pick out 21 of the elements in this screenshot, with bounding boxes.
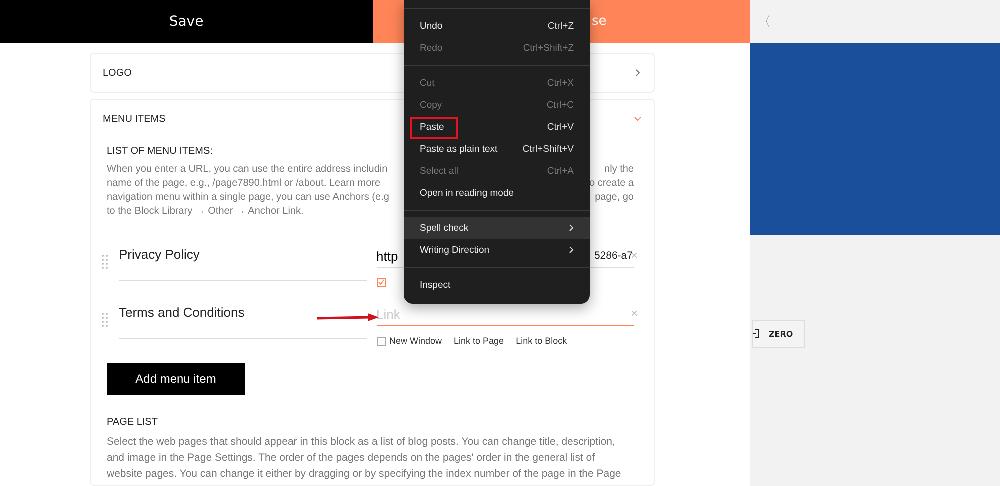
help-text: nly the xyxy=(604,163,634,177)
list-heading: LIST OF MENU ITEMS: xyxy=(107,146,213,157)
help-text: name of the page, e.g., /page7890.html or /about. Learn more xyxy=(107,177,381,191)
menu-item-title: Terms and Conditions xyxy=(118,305,245,320)
menu-item-title: Privacy Policy xyxy=(118,247,200,262)
shortcut-text: Ctrl+A xyxy=(547,166,574,176)
shortcut-text: Ctrl+Shift+Z xyxy=(523,42,574,54)
shortcut-text: Ctrl+Z xyxy=(548,20,574,32)
shortcut-text: Ctrl+Shift+V xyxy=(522,144,574,154)
help-text: page, go xyxy=(595,191,634,205)
help-text: When you enter a URL, you can use the entire address includin xyxy=(107,163,388,177)
help-text: o create a xyxy=(590,177,634,191)
shortcut-text: Ctrl+C xyxy=(546,100,574,110)
page-list-heading: PAGE LIST xyxy=(107,417,158,428)
help-text: to the Block Library → Other → Anchor Link. xyxy=(107,205,304,219)
checkbox-label: New Window xyxy=(390,336,442,346)
help-text: navigation menu within a single page, you can use Anchors (e.g xyxy=(107,191,390,205)
page-list-description: Select the web pages that should appear in this block as a list of blog posts. You can change title, description, and image in the Page Settings. The order of the pages depends on the pages' order in the general list of website pages. You can change it either by dragging or by specifying the index number of the page in the Page xyxy=(107,435,622,482)
link-text: 5286-a7 xyxy=(594,250,633,262)
shortcut-text: Ctrl+V xyxy=(547,122,574,132)
shortcut-text: Ctrl+X xyxy=(547,78,574,88)
